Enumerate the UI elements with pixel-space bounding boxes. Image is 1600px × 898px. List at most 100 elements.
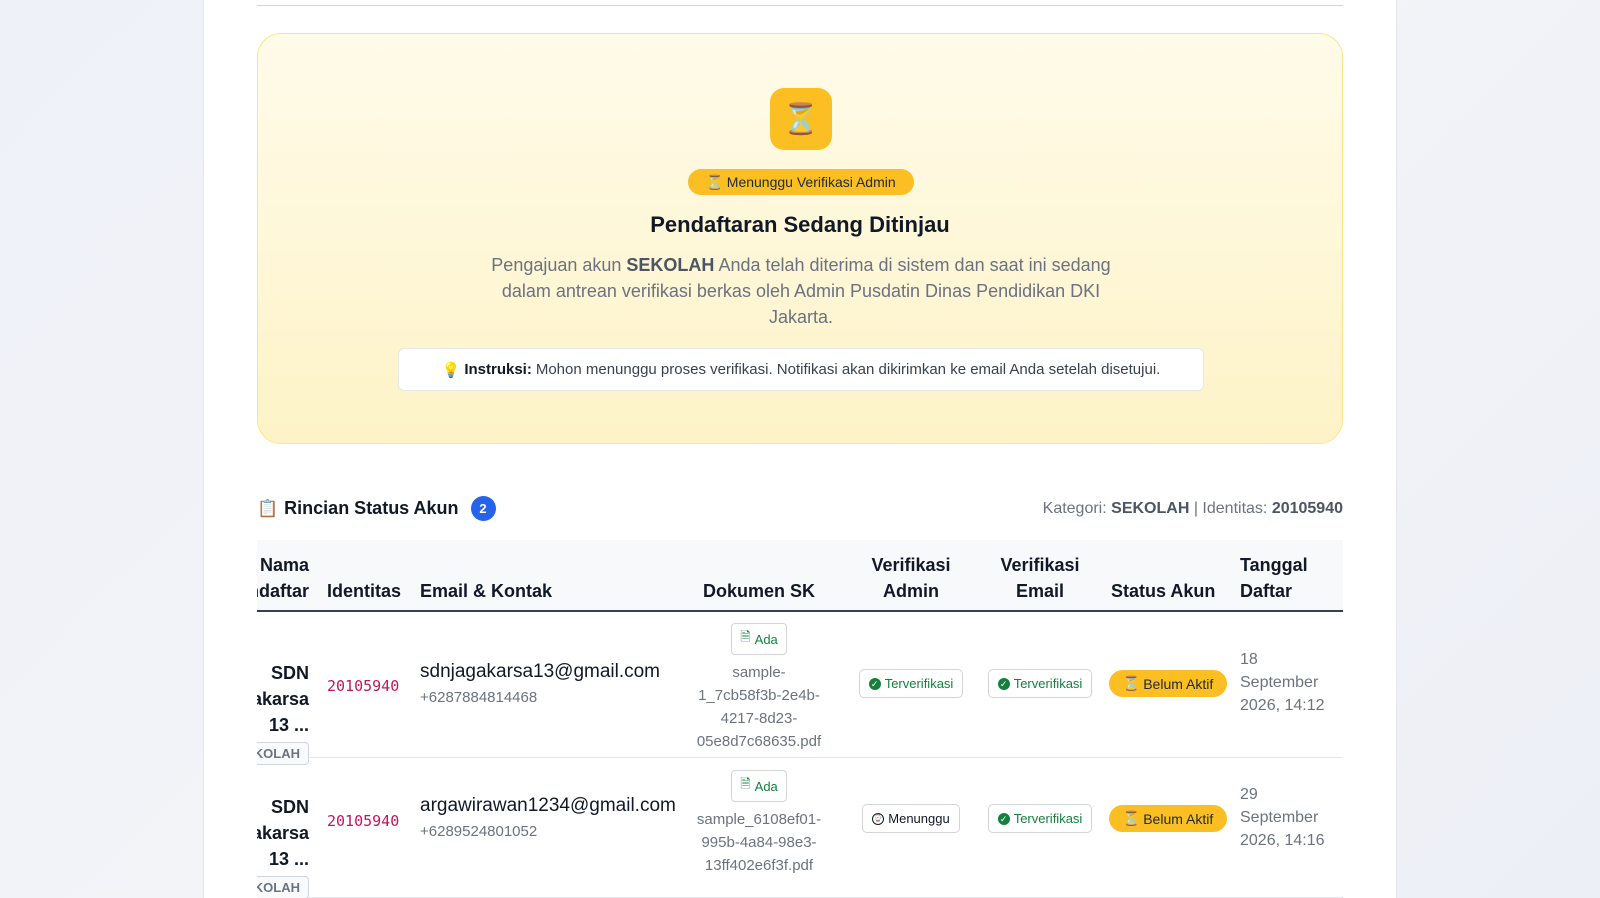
filename-line: 1_7cb58f3b-2e4b- [698, 687, 820, 704]
table-row: SDN Jagakarsa 13 ... SEKOLAH 20105940 sd… [257, 612, 1343, 765]
document-link[interactable]: 🗎 Ada [731, 770, 787, 802]
applicant-name-cont: 13 ... [268, 849, 309, 869]
admin-verification-cell: ⌚ Menunggu [847, 804, 975, 833]
th-admin-verification: Verifikasi Admin [861, 552, 961, 604]
date-year-time: 2026, 14:16 [1240, 832, 1325, 849]
applicant-cell: SDN Jagakarsa 13 ... SEKOLAH [257, 794, 309, 898]
th-admin-line1: Verifikasi [871, 555, 951, 575]
table-header: Nama Pendaftar Identitas Email & Kontak … [257, 540, 1343, 612]
hourglass-icon: ⏳ [1122, 675, 1141, 691]
date-month: September [1240, 809, 1319, 826]
table-row: SDN Jagakarsa 13 ... SEKOLAH 20105940 ar… [257, 758, 1343, 898]
meta-category-label: Kategori: [1042, 500, 1107, 517]
phone-value: +6289524801052 [420, 823, 538, 840]
admin-status-pill: ⌚ Menunggu [862, 804, 960, 833]
hero-description: Pengajuan akun SEKOLAH Anda telah diteri… [486, 252, 1116, 330]
account-status-pill: ⏳ Belum Aktif [1108, 670, 1228, 697]
document-label: Ada [754, 631, 778, 647]
th-name-line1: Nama [259, 555, 309, 575]
file-icon: 🗎 [740, 629, 751, 644]
account-status-cell: ⏳ Belum Aktif [1102, 805, 1234, 832]
section-title: Rincian Status Akun [284, 498, 459, 518]
document-filename: sample_6108ef01- 995b-4a84-98e3- 13ff402… [669, 808, 849, 877]
count-badge: 2 [470, 496, 496, 521]
desc-category: SEKOLAH [626, 255, 715, 275]
check-circle-icon: ✓ [997, 677, 1010, 690]
check-circle-icon: ✓ [997, 812, 1010, 825]
hourglass-icon: ⏳ [770, 88, 832, 150]
th-email: Email & Kontak [420, 581, 553, 601]
document-cell: 🗎 Ada sample- 1_7cb58f3b-2e4b- 4217-8d23… [669, 623, 849, 753]
email-value: sdnjagakarsa13@gmail.com [420, 661, 661, 682]
hourglass-icon: ⏳ [1122, 810, 1141, 826]
email-verification-cell: ✓ Terverifikasi [976, 669, 1104, 698]
lightbulb-icon: 💡 [441, 361, 461, 379]
instruction-box: 💡 Instruksi: Mohon menunggu proses verif… [398, 348, 1204, 391]
admin-status-label: Terverifikasi [884, 676, 954, 691]
hourglass-icon: ⏳ [706, 173, 724, 190]
applicant-name-cont: 13 ... [268, 715, 309, 735]
th-email-verification: Verifikasi Email [990, 552, 1090, 604]
email-status-label: Terverifikasi [1013, 811, 1083, 826]
top-divider [257, 5, 1343, 6]
th-register-date: Tanggal Daftar [1240, 552, 1308, 604]
admin-status-pill: ✓ Terverifikasi [858, 669, 964, 698]
document-label: Ada [754, 778, 778, 794]
th-name: Nama Pendaftar [257, 552, 309, 604]
date-cell: 29 September 2026, 14:16 [1240, 783, 1325, 852]
email-status-label: Terverifikasi [1013, 676, 1083, 691]
th-date-line2: Daftar [1240, 581, 1293, 601]
status-badge-label: Menunggu Verifikasi Admin [726, 174, 896, 190]
identity-value: 20105940 [327, 812, 400, 830]
clipboard-icon: 📋 [257, 498, 279, 518]
filename-line: sample_6108ef01- [696, 811, 822, 828]
account-status-label: Belum Aktif [1143, 810, 1214, 827]
applicant-name: SDN Jagakarsa [257, 797, 309, 843]
file-icon: 🗎 [740, 776, 751, 791]
account-meta: Kategori: SEKOLAH | Identitas: 20105940 [1043, 500, 1343, 518]
account-status-cell: ⏳ Belum Aktif [1102, 670, 1234, 697]
check-circle-icon: ✓ [868, 677, 881, 690]
meta-category-value: SEKOLAH [1111, 500, 1190, 517]
email-verification-cell: ✓ Terverifikasi [976, 804, 1104, 833]
meta-identity-value: 20105940 [1271, 500, 1343, 517]
identity-value: 20105940 [327, 677, 400, 695]
th-date-line1: Tanggal [1240, 555, 1308, 575]
section-header: 📋 Rincian Status Akun 2 [257, 496, 496, 521]
applicant-name: SDN Jagakarsa [257, 663, 309, 709]
category-pill: SEKOLAH [257, 876, 309, 898]
filename-line: 13ff402e6f3f.pdf [704, 857, 814, 874]
th-email-ver-line2: Email [1015, 581, 1065, 601]
th-identity: Identitas [327, 581, 402, 601]
date-month: September [1240, 674, 1319, 691]
date-year-time: 2026, 14:12 [1240, 697, 1325, 714]
meta-identity-label: | Identitas: [1193, 500, 1268, 517]
instruction-label: Instruksi: [464, 361, 532, 378]
account-status-label: Belum Aktif [1143, 675, 1214, 692]
document-link[interactable]: 🗎 Ada [731, 623, 787, 655]
account-status-pill: ⏳ Belum Aktif [1108, 805, 1228, 832]
desc-prefix: Pengajuan akun [491, 255, 627, 275]
applicant-cell: SDN Jagakarsa 13 ... SEKOLAH [257, 660, 309, 765]
clock-icon: ⌚ [872, 812, 885, 825]
th-admin-line2: Admin [883, 581, 939, 601]
th-name-line2: Pendaftar [257, 581, 309, 601]
contact-cell: sdnjagakarsa13@gmail.com +6287884814468 [420, 661, 660, 706]
status-badge: ⏳ Menunggu Verifikasi Admin [688, 169, 914, 195]
contact-cell: argawirawan1234@gmail.com +6289524801052 [420, 795, 676, 840]
hero-title: Pendaftaran Sedang Ditinjau [650, 212, 950, 237]
date-cell: 18 September 2026, 14:12 [1240, 648, 1325, 717]
status-table[interactable]: Nama Pendaftar Identitas Email & Kontak … [257, 540, 1343, 898]
instruction-text: Mohon menunggu proses verifikasi. Notifi… [535, 361, 1161, 378]
date-day: 29 [1240, 786, 1258, 803]
admin-verification-cell: ✓ Terverifikasi [847, 669, 975, 698]
filename-line: 05e8d7c68635.pdf [696, 733, 822, 750]
filename-line: 4217-8d23- [720, 710, 798, 727]
filename-line: 995b-4a84-98e3- [701, 834, 817, 851]
status-hero-card: ⏳ ⏳ Menunggu Verifikasi Admin Pendaftara… [257, 33, 1343, 444]
th-account-status: Status Akun [1111, 581, 1216, 601]
email-status-pill: ✓ Terverifikasi [987, 669, 1093, 698]
document-cell: 🗎 Ada sample_6108ef01- 995b-4a84-98e3- 1… [669, 770, 849, 877]
phone-value: +6287884814468 [420, 689, 538, 706]
email-status-pill: ✓ Terverifikasi [987, 804, 1093, 833]
